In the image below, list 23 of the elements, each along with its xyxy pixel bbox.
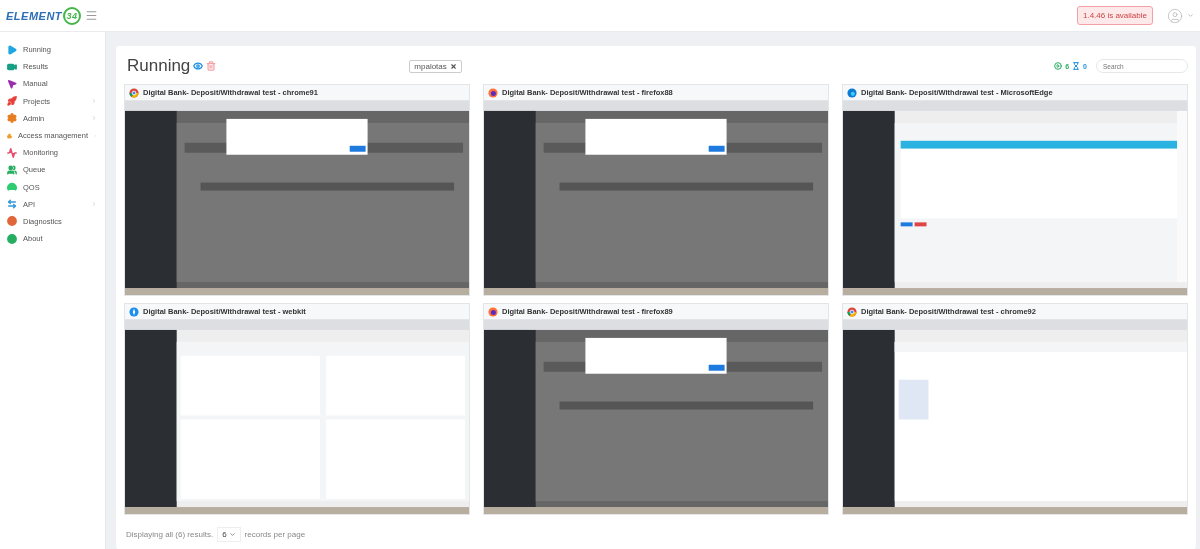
play-circle-icon — [1054, 62, 1063, 70]
logo[interactable]: ELEMENT 34 — [6, 6, 82, 25]
caret-icon[interactable] — [1187, 12, 1194, 19]
edge-icon — [847, 87, 857, 98]
caret-icon — [228, 531, 236, 538]
menu-icon[interactable] — [85, 9, 99, 22]
chevron-icon[interactable] — [91, 201, 97, 208]
filter-label: mpalotas — [414, 61, 447, 71]
chevron-icon[interactable] — [91, 98, 97, 105]
results-summary: Displaying all (6) results. — [126, 530, 214, 539]
chevron-icon[interactable] — [91, 115, 97, 122]
filter-chip[interactable]: mpalotas — [409, 59, 462, 73]
update-badge[interactable]: 1.4.46 is available — [1076, 6, 1153, 25]
firefox-icon — [488, 306, 498, 317]
page-title: Running — [127, 56, 191, 76]
user-avatar-icon[interactable] — [1167, 7, 1183, 24]
trash-icon[interactable] — [206, 61, 217, 71]
page-size-label: records per page — [244, 530, 306, 539]
close-icon[interactable] — [449, 62, 457, 70]
firefox-icon — [488, 87, 498, 98]
page-size-select[interactable]: 6 — [217, 527, 241, 542]
hourglass-icon — [1072, 62, 1081, 70]
eye-icon[interactable] — [193, 61, 204, 71]
